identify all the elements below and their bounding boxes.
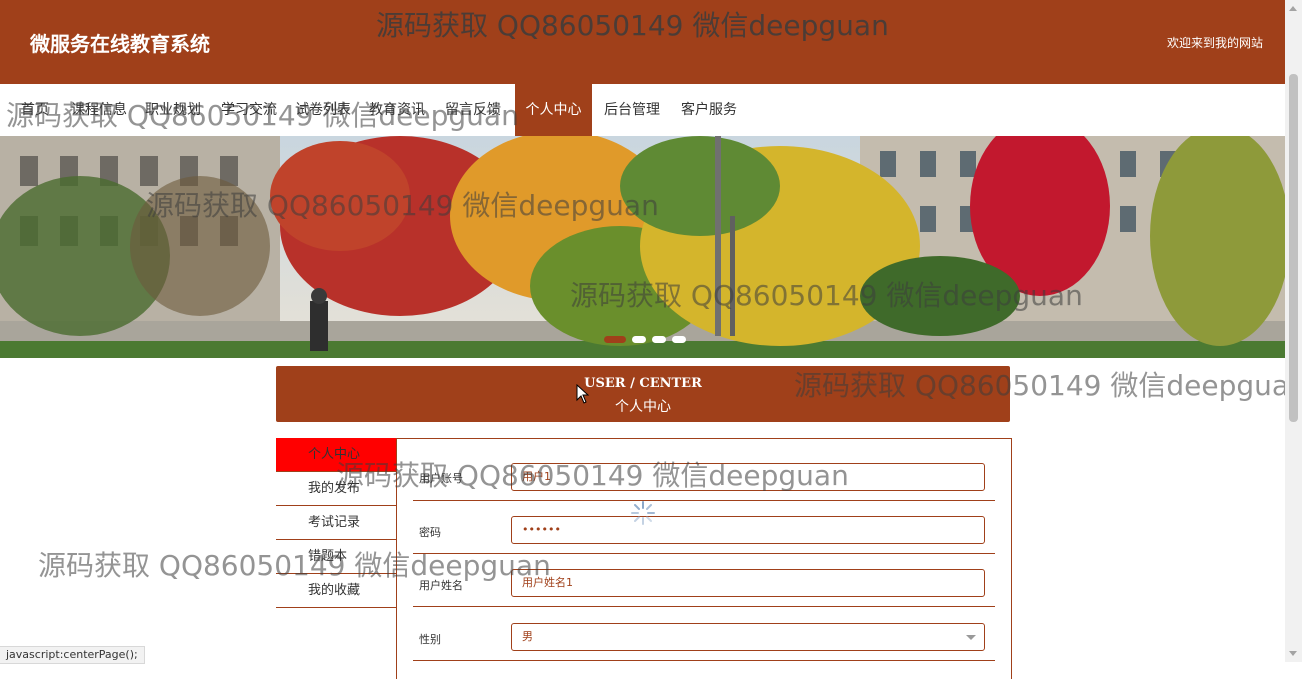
carousel-dot[interactable] [632, 336, 646, 343]
site-header: 微服务在线教育系统 欢迎来到我的网站 [0, 0, 1285, 84]
nav-admin[interactable]: 后台管理 [598, 84, 666, 136]
form-row-gender: 性别 男 [413, 607, 995, 661]
sidebar-item-my-posts[interactable]: 我的发布 [276, 472, 396, 506]
nav-news[interactable]: 教育资讯 [364, 84, 430, 136]
gender-value: 男 [522, 630, 533, 643]
carousel-dots [604, 336, 686, 343]
chevron-down-icon [966, 635, 976, 640]
sidebar-item-user-center[interactable]: 个人中心 [276, 438, 396, 472]
banner-carousel[interactable] [0, 136, 1285, 358]
sidebar-item-mistakes[interactable]: 错题本 [276, 540, 396, 574]
mouse-cursor-icon [576, 384, 590, 404]
user-sidebar: 个人中心 我的发布 考试记录 错题本 我的收藏 [276, 438, 396, 608]
name-label: 用户姓名 [419, 579, 463, 592]
sidebar-item-exam-records[interactable]: 考试记录 [276, 506, 396, 540]
section-header: USER / CENTER 个人中心 [276, 366, 1010, 422]
campus-banner-image [0, 136, 1285, 358]
nav-user-center[interactable]: 个人中心 [515, 84, 592, 136]
main-nav: 首页 课程信息 职业规划 学习交流 试卷列表 教育资讯 留言反馈 个人中心 后台… [0, 84, 1285, 136]
scroll-thumb[interactable] [1289, 74, 1298, 422]
nav-home[interactable]: 首页 [14, 84, 56, 136]
account-label: 用户账号 [419, 472, 463, 485]
form-row-password: 密码 •••••• [413, 500, 995, 554]
form-row-name: 用户姓名 用户姓名1 [413, 553, 995, 607]
form-row-account: 用户账号 用户1 [413, 447, 995, 501]
account-field[interactable]: 用户1 [511, 463, 985, 491]
scroll-up-arrow-icon[interactable] [1289, 6, 1297, 11]
carousel-dot[interactable] [672, 336, 686, 343]
gender-select[interactable]: 男 [511, 623, 985, 651]
nav-discussion[interactable]: 学习交流 [216, 84, 282, 136]
scroll-down-arrow-icon[interactable] [1289, 651, 1297, 656]
nav-exams[interactable]: 试卷列表 [290, 84, 356, 136]
welcome-text: 欢迎来到我的网站 [1166, 36, 1263, 50]
nav-feedback[interactable]: 留言反馈 [440, 84, 506, 136]
section-title-cn: 个人中心 [615, 399, 671, 415]
profile-form: 用户账号 用户1 密码 •••••• 用户姓名 用户姓名1 性别 男 [396, 438, 1012, 679]
browser-status-bar: javascript:centerPage(); [0, 646, 145, 664]
name-field[interactable]: 用户姓名1 [511, 569, 985, 597]
nav-career[interactable]: 职业规划 [140, 84, 206, 136]
password-label: 密码 [419, 526, 441, 539]
nav-courses[interactable]: 课程信息 [66, 84, 132, 136]
loading-spinner-icon [631, 501, 655, 525]
nav-customer-service[interactable]: 客户服务 [675, 84, 743, 136]
vertical-scrollbar[interactable] [1285, 0, 1302, 662]
carousel-dot[interactable] [652, 336, 666, 343]
gender-label: 性别 [419, 633, 441, 646]
sidebar-item-favorites[interactable]: 我的收藏 [276, 574, 396, 608]
section-title-en: USER / CENTER [584, 376, 702, 391]
site-title[interactable]: 微服务在线教育系统 [30, 28, 210, 57]
password-field[interactable]: •••••• [511, 516, 985, 544]
carousel-dot[interactable] [604, 336, 626, 343]
